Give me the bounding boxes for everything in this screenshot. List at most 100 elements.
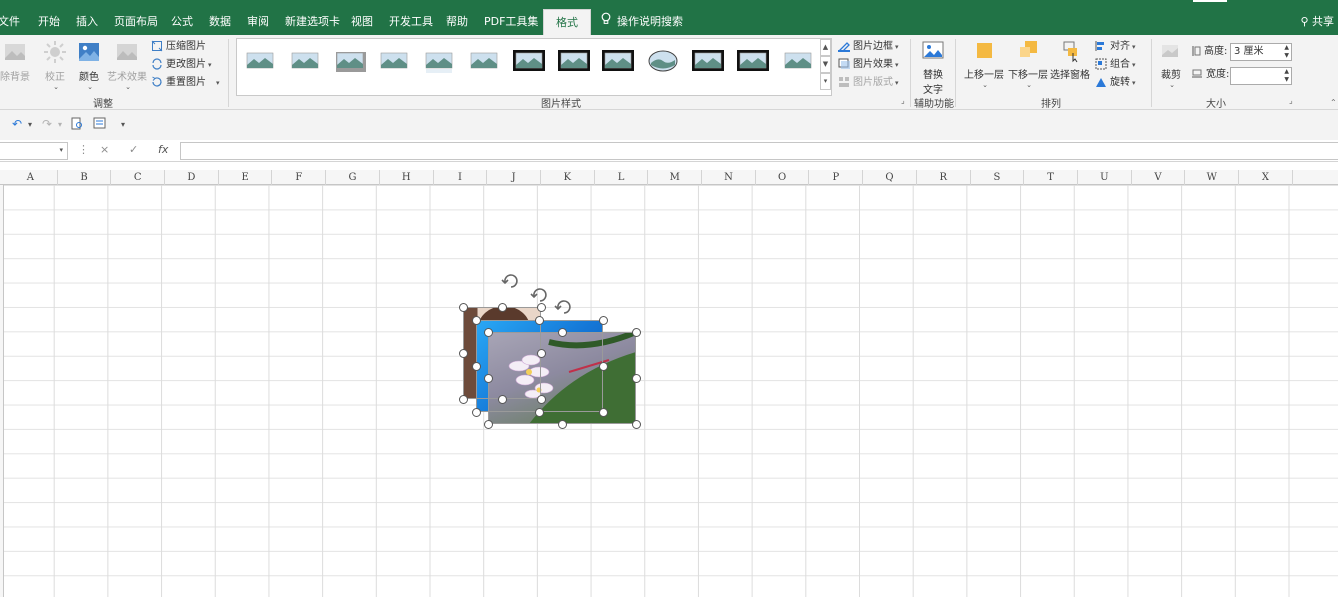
tab-review[interactable]: 审阅 <box>247 9 269 35</box>
column-header-h[interactable]: H <box>380 170 434 185</box>
column-header-v[interactable]: V <box>1132 170 1186 185</box>
align-button[interactable]: 对齐 ▾ <box>1095 39 1136 55</box>
column-header-a[interactable]: A <box>4 170 58 185</box>
tab-formulas[interactable]: 公式 <box>171 9 193 35</box>
resize-handle[interactable] <box>497 302 507 312</box>
remove-background-button[interactable]: 除背景 <box>0 39 32 83</box>
tab-pdf-tools[interactable]: PDF工具集 <box>484 9 538 35</box>
cancel-entry-button[interactable]: × <box>100 143 109 156</box>
picture-styles-dialog-launcher-icon[interactable]: ⌟ <box>901 97 909 105</box>
formula-input[interactable] <box>180 142 1338 160</box>
column-header-r[interactable]: R <box>917 170 971 185</box>
picture-style-thumbnail[interactable] <box>601 48 635 74</box>
column-header-e[interactable]: E <box>219 170 273 185</box>
column-header-b[interactable]: B <box>58 170 112 185</box>
column-header-n[interactable]: N <box>702 170 756 185</box>
rotate-button[interactable]: 旋转 ▾ <box>1095 75 1136 91</box>
column-header-x[interactable]: X <box>1239 170 1293 185</box>
tab-page-layout[interactable]: 页面布局 <box>114 9 158 35</box>
redo-icon[interactable]: ↷ <box>42 117 52 131</box>
tab-developer[interactable]: 开发工具 <box>389 9 433 35</box>
collapse-ribbon-icon[interactable]: ⌃ <box>1330 99 1338 107</box>
resize-handle[interactable] <box>458 302 468 312</box>
width-input[interactable]: ▲ ▼ <box>1230 67 1292 85</box>
resize-handle[interactable] <box>483 327 493 337</box>
picture-style-thumbnail[interactable] <box>377 48 411 74</box>
height-input[interactable]: 3 厘米 ▲ ▼ <box>1230 43 1292 61</box>
rotate-handle-icon[interactable] <box>500 270 522 290</box>
picture-style-thumbnail[interactable] <box>422 48 456 74</box>
group-objects-button[interactable]: 组合 ▾ <box>1095 57 1136 73</box>
picture-styles-gallery[interactable] <box>236 38 832 96</box>
picture-style-thumbnail[interactable] <box>288 48 322 74</box>
column-header-s[interactable]: S <box>971 170 1025 185</box>
undo-icon[interactable]: ↶ <box>12 117 22 131</box>
name-box[interactable]: ▾ <box>0 142 68 160</box>
column-header-f[interactable]: F <box>273 170 327 185</box>
resize-handle[interactable] <box>598 361 608 371</box>
picture-style-thumbnail[interactable] <box>557 48 591 74</box>
resize-handle[interactable] <box>483 419 493 429</box>
picture-layout-button[interactable]: 图片版式 ▾ <box>838 75 899 91</box>
column-header-w[interactable]: W <box>1185 170 1240 185</box>
tell-me-search[interactable]: 操作说明搜索 <box>601 9 683 35</box>
compress-pictures-button[interactable]: 压缩图片 <box>151 39 206 55</box>
tab-home[interactable]: 开始 <box>38 9 60 35</box>
redo-dropdown-icon[interactable]: ▾ <box>58 120 62 129</box>
size-dialog-launcher-icon[interactable]: ⌟ <box>1289 97 1297 105</box>
tab-insert[interactable]: 插入 <box>76 9 98 35</box>
tab-data[interactable]: 数据 <box>209 9 231 35</box>
resize-handle[interactable] <box>535 315 544 325</box>
column-header-c[interactable]: C <box>111 170 166 185</box>
resize-handle[interactable] <box>631 419 641 429</box>
column-header-d[interactable]: D <box>165 170 219 185</box>
crop-button[interactable]: 裁剪 ⌄ <box>1158 39 1184 89</box>
corrections-button[interactable]: 校正 ⌄ <box>40 39 70 91</box>
resize-handle[interactable] <box>497 394 507 404</box>
print-preview-icon[interactable] <box>71 117 83 133</box>
column-header-u[interactable]: U <box>1078 170 1132 185</box>
selection-pane-button[interactable]: 选择窗格 <box>1050 39 1090 81</box>
picture-border-button[interactable]: 图片边框 ▾ <box>838 39 899 55</box>
undo-dropdown-icon[interactable]: ▾ <box>28 120 32 129</box>
picture-style-thumbnail[interactable] <box>781 48 815 74</box>
resize-handle[interactable] <box>631 373 641 383</box>
picture-effects-button[interactable]: 图片效果 ▾ <box>838 57 899 73</box>
customize-qat-icon[interactable]: ▾ <box>121 120 125 129</box>
resize-handle[interactable] <box>536 394 546 404</box>
gallery-scroll-up[interactable]: ▲ <box>820 39 831 56</box>
rotate-handle-icon[interactable] <box>529 284 551 304</box>
column-header-o[interactable]: O <box>756 170 810 185</box>
column-header-k[interactable]: K <box>541 170 595 185</box>
rotate-handle-icon[interactable] <box>553 296 575 316</box>
tab-help[interactable]: 帮助 <box>446 9 468 35</box>
send-backward-button[interactable]: 下移一层 ⌄ <box>1007 39 1049 89</box>
picture-style-thumbnail[interactable] <box>467 48 501 74</box>
picture-style-thumbnail[interactable] <box>691 48 725 74</box>
column-header-l[interactable]: L <box>595 170 649 185</box>
artistic-effects-button[interactable]: 艺术效果 ⌄ <box>107 39 147 91</box>
column-header-m[interactable]: M <box>648 170 703 185</box>
resize-handle[interactable] <box>631 327 641 337</box>
resize-handle[interactable] <box>598 407 608 417</box>
picture-style-thumbnail[interactable] <box>646 48 680 74</box>
width-spinner[interactable]: ▲ ▼ <box>1284 68 1289 84</box>
alt-text-button[interactable]: 替换 文字 <box>919 39 947 96</box>
resize-handle[interactable] <box>458 394 468 404</box>
resize-handle[interactable] <box>458 348 468 358</box>
tab-new-tab[interactable]: 新建选项卡 <box>285 9 340 35</box>
column-header-t[interactable]: T <box>1024 170 1078 185</box>
bring-forward-button[interactable]: 上移一层 ⌄ <box>963 39 1005 89</box>
resize-handle[interactable] <box>471 407 481 417</box>
resize-handle[interactable] <box>471 315 481 325</box>
form-icon[interactable] <box>93 117 106 132</box>
tab-view[interactable]: 视图 <box>351 9 373 35</box>
picture-style-thumbnail[interactable] <box>736 48 770 74</box>
resize-handle[interactable] <box>598 315 608 325</box>
column-header-j[interactable]: J <box>487 170 541 185</box>
column-header-g[interactable]: G <box>326 170 380 185</box>
resize-handle[interactable] <box>483 373 493 383</box>
insert-function-button[interactable]: fx <box>158 143 168 156</box>
resize-handle[interactable] <box>471 361 481 371</box>
gallery-more-button[interactable]: ▾ <box>820 73 831 90</box>
